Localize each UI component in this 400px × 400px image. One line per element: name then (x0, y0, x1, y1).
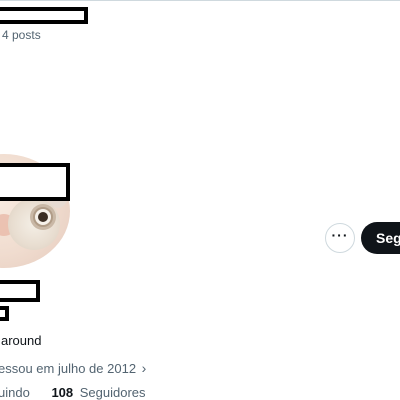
profile-bio: around (1, 333, 42, 348)
follow-button[interactable]: Seg (361, 222, 400, 254)
avatar-camera-lens-core (38, 212, 48, 222)
joined-date-text: essou em julho de 2012 (0, 361, 137, 376)
post-count: 4 posts (2, 28, 41, 42)
redacted-header-name (0, 7, 88, 24)
redacted-display-name (0, 280, 40, 302)
more-options-button[interactable]: ··· (325, 223, 355, 253)
following-link[interactable]: uindo (0, 385, 30, 400)
chevron-right-icon: › (141, 360, 147, 376)
top-divider (0, 0, 400, 1)
redacted-avatar-overlay (0, 163, 70, 201)
joined-date[interactable]: essou em julho de 2012 › (0, 360, 146, 376)
redacted-handle (0, 306, 9, 321)
follow-stats: uindo 108 Seguidores (0, 385, 146, 400)
profile-page: 4 posts ··· Seg around essou em julho de… (0, 0, 400, 400)
more-horizontal-icon: ··· (331, 227, 349, 243)
followers-link[interactable]: Seguidores (80, 385, 146, 400)
followers-count[interactable]: 108 (51, 385, 73, 400)
